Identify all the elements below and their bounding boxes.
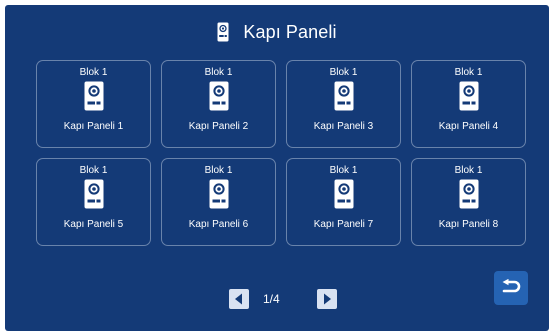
tile-block-label: Blok 1 bbox=[454, 67, 483, 78]
door-panel-screen: Kapı Paneli Blok 1 Kapı Paneli 1 Blok 1 bbox=[5, 5, 549, 331]
tile-block-label: Blok 1 bbox=[79, 67, 108, 78]
tile-name-label: Kapı Paneli 3 bbox=[313, 121, 374, 132]
chevron-left-icon bbox=[235, 293, 242, 305]
page-indicator: 1/4 bbox=[263, 292, 280, 306]
tile-name-label: Kapı Paneli 8 bbox=[438, 219, 499, 230]
chevron-right-icon bbox=[324, 293, 331, 305]
door-panel-icon bbox=[334, 179, 354, 209]
tile-name-label: Kapı Paneli 5 bbox=[63, 219, 124, 230]
back-button[interactable] bbox=[494, 271, 528, 305]
door-panel-tile-3[interactable]: Blok 1 Kapı Paneli 3 bbox=[286, 60, 401, 148]
tile-name-label: Kapı Paneli 2 bbox=[188, 121, 249, 132]
tile-block-label: Blok 1 bbox=[204, 67, 233, 78]
door-panel-icon bbox=[459, 81, 479, 111]
pagination: 1/4 bbox=[5, 289, 549, 313]
door-panel-icon bbox=[209, 179, 229, 209]
tile-name-label: Kapı Paneli 1 bbox=[63, 121, 124, 132]
back-arrow-icon bbox=[502, 279, 521, 293]
tile-name-label: Kapı Paneli 4 bbox=[438, 121, 499, 132]
next-page-button[interactable] bbox=[317, 289, 337, 309]
door-panel-tile-6[interactable]: Blok 1 Kapı Paneli 6 bbox=[161, 158, 276, 246]
door-panel-icon bbox=[334, 81, 354, 111]
door-panel-icon bbox=[217, 22, 229, 42]
door-panel-icon bbox=[459, 179, 479, 209]
door-panel-icon bbox=[84, 179, 104, 209]
door-panel-tile-8[interactable]: Blok 1 Kapı Paneli 8 bbox=[411, 158, 526, 246]
door-panel-grid: Blok 1 Kapı Paneli 1 Blok 1 Kapı Paneli … bbox=[36, 60, 536, 250]
tile-block-label: Blok 1 bbox=[204, 165, 233, 176]
tile-name-label: Kapı Paneli 7 bbox=[313, 219, 374, 230]
door-panel-tile-7[interactable]: Blok 1 Kapı Paneli 7 bbox=[286, 158, 401, 246]
previous-page-button[interactable] bbox=[229, 289, 249, 309]
page-title: Kapı Paneli bbox=[243, 22, 337, 42]
tile-block-label: Blok 1 bbox=[329, 67, 358, 78]
door-panel-tile-2[interactable]: Blok 1 Kapı Paneli 2 bbox=[161, 60, 276, 148]
tile-name-label: Kapı Paneli 6 bbox=[188, 219, 249, 230]
tile-block-label: Blok 1 bbox=[329, 165, 358, 176]
door-panel-tile-5[interactable]: Blok 1 Kapı Paneli 5 bbox=[36, 158, 151, 246]
door-panel-tile-4[interactable]: Blok 1 Kapı Paneli 4 bbox=[411, 60, 526, 148]
door-panel-icon bbox=[209, 81, 229, 111]
tile-block-label: Blok 1 bbox=[79, 165, 108, 176]
tile-block-label: Blok 1 bbox=[454, 165, 483, 176]
door-panel-tile-1[interactable]: Blok 1 Kapı Paneli 1 bbox=[36, 60, 151, 148]
header: Kapı Paneli bbox=[5, 5, 549, 59]
door-panel-icon bbox=[84, 81, 104, 111]
